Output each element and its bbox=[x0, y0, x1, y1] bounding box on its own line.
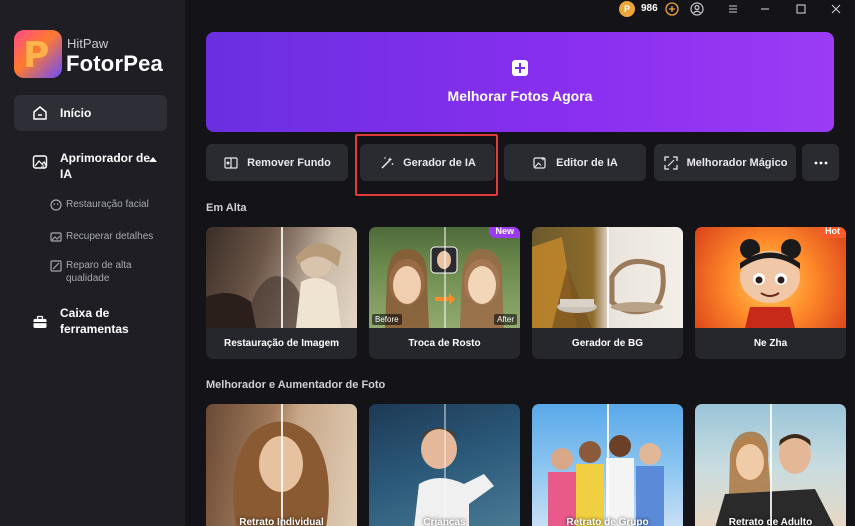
card-label: Retrato de Grupo bbox=[566, 517, 649, 526]
card-thumbnail bbox=[206, 227, 357, 328]
plus-icon bbox=[512, 60, 528, 76]
compare-divider bbox=[444, 227, 446, 328]
ai-generator-button[interactable]: Gerador de IA bbox=[360, 144, 495, 181]
sidebar-item-home[interactable]: Início bbox=[14, 95, 167, 131]
ai-editor-label: Editor de IA bbox=[556, 156, 618, 169]
enhance-photos-label: Melhorar Fotos Agora bbox=[447, 88, 593, 104]
repair-icon bbox=[50, 260, 62, 272]
coin-icon: P bbox=[619, 1, 635, 17]
svg-text:AI: AI bbox=[41, 164, 46, 170]
minimize-icon[interactable] bbox=[757, 1, 773, 17]
section-title-trending: Em Alta bbox=[206, 202, 247, 214]
card-children[interactable]: Crianças bbox=[369, 404, 520, 526]
brand-vendor: HitPaw bbox=[67, 36, 109, 51]
maximize-icon[interactable] bbox=[793, 1, 809, 17]
card-label: Gerador de BG bbox=[571, 338, 644, 349]
sidebar-subitem-label: Reparo de alta qualidade bbox=[66, 260, 132, 284]
close-icon[interactable] bbox=[828, 1, 844, 17]
card-group-portrait[interactable]: Retrato de Grupo bbox=[532, 404, 683, 526]
app-window: P HitPaw FotorPea Início AI Aprimorador … bbox=[0, 0, 855, 526]
section-title-enhancer: Melhorador e Aumentador de Foto bbox=[206, 379, 386, 391]
sidebar-subitem-face-restore[interactable]: Restauração facial bbox=[50, 198, 149, 211]
card-thumbnail bbox=[695, 227, 846, 328]
card-face-swap[interactable]: Before After New Troca de Rosto bbox=[369, 227, 520, 359]
new-badge: New bbox=[489, 227, 520, 238]
coin-balance: 986 bbox=[641, 3, 658, 14]
remove-background-label: Remover Fundo bbox=[247, 156, 331, 169]
user-icon[interactable] bbox=[689, 1, 705, 17]
sidebar-item-enhancer-label: Aprimorador de IA bbox=[60, 151, 151, 181]
expand-icon bbox=[663, 155, 679, 171]
ai-editor-button[interactable]: Editor de IA bbox=[504, 144, 646, 181]
sidebar-item-toolbox-label: Caixa de ferramentas bbox=[60, 306, 129, 336]
magic-enhancer-label: Melhorador Mágico bbox=[686, 156, 788, 169]
card-adult-portrait[interactable]: Retrato de Adulto bbox=[695, 404, 846, 526]
sidebar-subitem-recover-details[interactable]: Recuperar detalhes bbox=[50, 230, 153, 243]
compare-divider bbox=[607, 227, 609, 328]
remove-background-button[interactable]: Remover Fundo bbox=[206, 144, 348, 181]
sidebar: P HitPaw FotorPea Início AI Aprimorador … bbox=[0, 0, 185, 526]
card-label: Restauração de Imagem bbox=[223, 338, 340, 349]
more-dots-icon bbox=[813, 155, 829, 171]
card-bg-generator[interactable]: Gerador de BG bbox=[532, 227, 683, 359]
card-thumbnail: Before After bbox=[369, 227, 520, 328]
app-logo: P bbox=[14, 30, 62, 78]
compare-divider bbox=[281, 227, 283, 328]
enhance-photos-banner[interactable]: Melhorar Fotos Agora bbox=[206, 32, 834, 132]
magic-enhancer-button[interactable]: Melhorador Mágico bbox=[654, 144, 796, 181]
add-coins-icon[interactable] bbox=[664, 1, 680, 17]
card-ne-zha[interactable]: Hot Ne Zha bbox=[695, 227, 846, 359]
card-label: Ne Zha bbox=[753, 338, 788, 349]
card-label: Troca de Rosto bbox=[408, 338, 481, 349]
remove-bg-icon bbox=[223, 155, 239, 171]
menu-icon[interactable] bbox=[725, 1, 741, 17]
magic-wand-icon bbox=[379, 155, 395, 171]
titlebar: P 986 bbox=[185, 0, 855, 18]
brand-name: FotorPea bbox=[66, 51, 163, 76]
card-individual-portrait[interactable]: Retrato Individual bbox=[206, 404, 357, 526]
sidebar-subitem-label: Recuperar detalhes bbox=[66, 231, 154, 242]
more-tools-button[interactable] bbox=[802, 144, 839, 181]
card-label: Crianças bbox=[423, 517, 466, 526]
sidebar-item-home-label: Início bbox=[60, 106, 92, 120]
home-icon bbox=[32, 105, 48, 121]
ai-generator-label: Gerador de IA bbox=[403, 156, 476, 169]
card-image-restoration[interactable]: Restauração de Imagem bbox=[206, 227, 357, 359]
after-tag: After bbox=[494, 314, 517, 325]
card-thumbnail bbox=[532, 227, 683, 328]
sidebar-subitem-label: Restauração facial bbox=[66, 199, 149, 210]
card-label: Retrato Individual bbox=[239, 517, 324, 526]
toolbox-icon bbox=[32, 314, 48, 330]
image-icon bbox=[50, 231, 62, 243]
card-label: Retrato de Adulto bbox=[728, 517, 813, 526]
image-edit-icon bbox=[532, 155, 548, 171]
chevron-up-icon bbox=[149, 157, 157, 162]
enhancer-icon: AI bbox=[32, 154, 48, 170]
before-tag: Before bbox=[372, 314, 402, 325]
sidebar-subitem-hq-repair[interactable]: Reparo de alta qualidade bbox=[50, 259, 146, 285]
face-icon bbox=[50, 199, 62, 211]
hot-badge: Hot bbox=[819, 227, 846, 238]
